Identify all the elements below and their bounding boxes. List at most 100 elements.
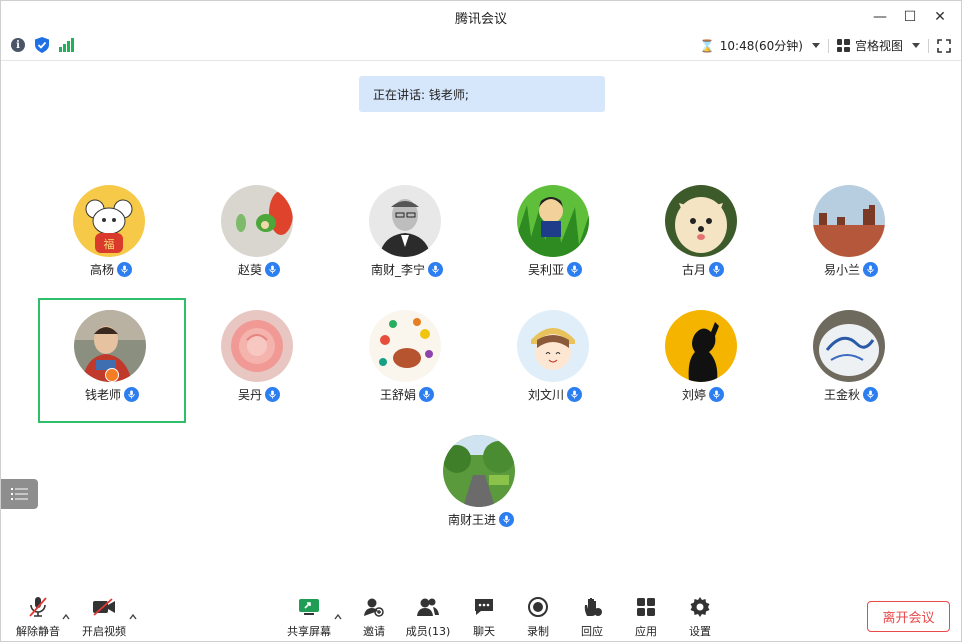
chevron-up-icon[interactable] <box>129 613 137 621</box>
microphone-icon <box>863 262 878 277</box>
host-badge-icon <box>105 368 119 382</box>
react-button[interactable]: 回应 <box>564 595 620 639</box>
participant-name: 赵萸 <box>237 263 262 277</box>
chevron-up-icon[interactable] <box>62 613 70 621</box>
grid-view-icon <box>836 39 850 52</box>
participant-tile[interactable]: 易小兰 <box>777 173 925 298</box>
minimize-icon[interactable]: — <box>865 1 895 33</box>
unmute-button[interactable]: 解除静音 <box>10 595 66 639</box>
microphone-muted-icon <box>26 595 50 619</box>
start-video-button[interactable]: 开启视频 <box>76 595 132 639</box>
share-screen-label: 共享屏幕 <box>287 625 331 638</box>
unmute-label: 解除静音 <box>16 625 60 638</box>
signal-icon[interactable] <box>59 38 74 52</box>
react-label: 回应 <box>581 625 603 638</box>
chevron-down-icon <box>811 43 820 48</box>
microphone-icon <box>567 262 582 277</box>
avatar <box>665 310 737 382</box>
participant-name: 钱老师 <box>84 388 121 402</box>
microphone-icon <box>265 262 280 277</box>
microphone-icon <box>428 262 443 277</box>
add-user-icon <box>362 595 386 619</box>
settings-button[interactable]: 设置 <box>672 595 728 639</box>
participant-tile[interactable]: 南财_李宁 <box>333 173 481 298</box>
participant-name: 高杨 <box>89 263 114 277</box>
participant-tile[interactable]: 刘婷 <box>629 298 777 423</box>
avatar <box>221 310 293 382</box>
members-button[interactable]: 成员(13) <box>400 595 456 639</box>
window-title: 腾讯会议 <box>454 11 507 27</box>
participant-name: 南财王进 <box>447 513 496 527</box>
share-screen-icon <box>297 595 321 619</box>
microphone-icon <box>419 387 434 402</box>
microphone-icon <box>709 262 724 277</box>
window-controls: — ☐ ✕ <box>865 1 955 33</box>
participant-name: 易小兰 <box>823 263 860 277</box>
avatar: 福 <box>73 185 145 257</box>
invite-button[interactable]: 邀请 <box>346 595 402 639</box>
participant-name: 王金秋 <box>823 388 860 402</box>
participant-tile[interactable]: 赵萸 <box>185 173 333 298</box>
avatar <box>221 185 293 257</box>
avatar <box>665 185 737 257</box>
chat-label: 聊天 <box>473 625 495 638</box>
record-button[interactable]: 录制 <box>510 595 566 639</box>
participant-name: 王舒娟 <box>379 388 416 402</box>
view-mode-label: 宫格视图 <box>854 39 903 53</box>
chat-button[interactable]: 聊天 <box>456 595 512 639</box>
participant-name: 吴利亚 <box>527 263 564 277</box>
view-mode-selector[interactable]: 宫格视图 <box>829 37 928 54</box>
leave-meeting-button[interactable]: 离开会议 <box>867 601 950 632</box>
meeting-status-bar: i ⌛ 10:48(60分钟) 宫格视图 <box>1 33 961 61</box>
participant-tile[interactable]: 吴利亚 <box>481 173 629 298</box>
apps-button[interactable]: 应用 <box>618 595 674 639</box>
chevron-up-icon[interactable] <box>334 613 342 621</box>
participant-tile[interactable]: 古月 <box>629 173 777 298</box>
avatar <box>517 185 589 257</box>
microphone-icon <box>567 387 582 402</box>
settings-label: 设置 <box>689 625 711 638</box>
hourglass-icon: ⌛ <box>699 38 715 53</box>
maximize-icon[interactable]: ☐ <box>895 1 925 33</box>
participant-tile[interactable]: 南财王进 <box>407 423 555 548</box>
avatar <box>813 310 885 382</box>
share-screen-button[interactable]: 共享屏幕 <box>281 595 337 639</box>
avatar <box>369 310 441 382</box>
microphone-icon <box>117 262 132 277</box>
apps-label: 应用 <box>635 625 657 638</box>
list-icon <box>10 488 28 500</box>
apps-icon <box>634 595 658 619</box>
shield-icon[interactable] <box>35 37 49 53</box>
svg-text:福: 福 <box>104 237 115 251</box>
members-label: 成员(13) <box>405 625 451 638</box>
microphone-icon <box>499 512 514 527</box>
fullscreen-icon[interactable] <box>937 38 951 53</box>
participant-tile[interactable]: 王舒娟 <box>333 298 481 423</box>
participant-list-toggle[interactable] <box>1 479 38 509</box>
chevron-down-icon <box>912 43 920 48</box>
participant-tile-active[interactable]: 钱老师 <box>38 298 186 423</box>
participant-tile[interactable]: 刘文川 <box>481 298 629 423</box>
participant-name: 古月 <box>681 263 706 277</box>
participant-name: 刘婷 <box>681 388 706 402</box>
microphone-icon <box>124 387 139 402</box>
camera-off-icon <box>92 595 116 619</box>
record-label: 录制 <box>527 625 549 638</box>
participant-tile[interactable]: 吴丹 <box>185 298 333 423</box>
divider <box>928 38 929 53</box>
participant-name: 刘文川 <box>527 388 564 402</box>
avatar <box>517 310 589 382</box>
participant-name: 吴丹 <box>237 388 262 402</box>
participant-tile[interactable]: 福 高杨 <box>37 173 185 298</box>
participant-tile[interactable]: 王金秋 <box>777 298 925 423</box>
start-video-label: 开启视频 <box>82 625 126 638</box>
speaking-banner: 正在讲话: 钱老师; <box>359 76 605 112</box>
meeting-timer[interactable]: ⌛ 10:48(60分钟) <box>692 37 828 54</box>
avatar <box>813 185 885 257</box>
close-icon[interactable]: ✕ <box>925 1 955 33</box>
participant-name: 南财_李宁 <box>370 263 425 277</box>
microphone-icon <box>265 387 280 402</box>
meeting-time: 10:48(60分钟) <box>719 39 803 53</box>
members-icon <box>416 595 440 619</box>
info-icon[interactable]: i <box>11 38 25 52</box>
